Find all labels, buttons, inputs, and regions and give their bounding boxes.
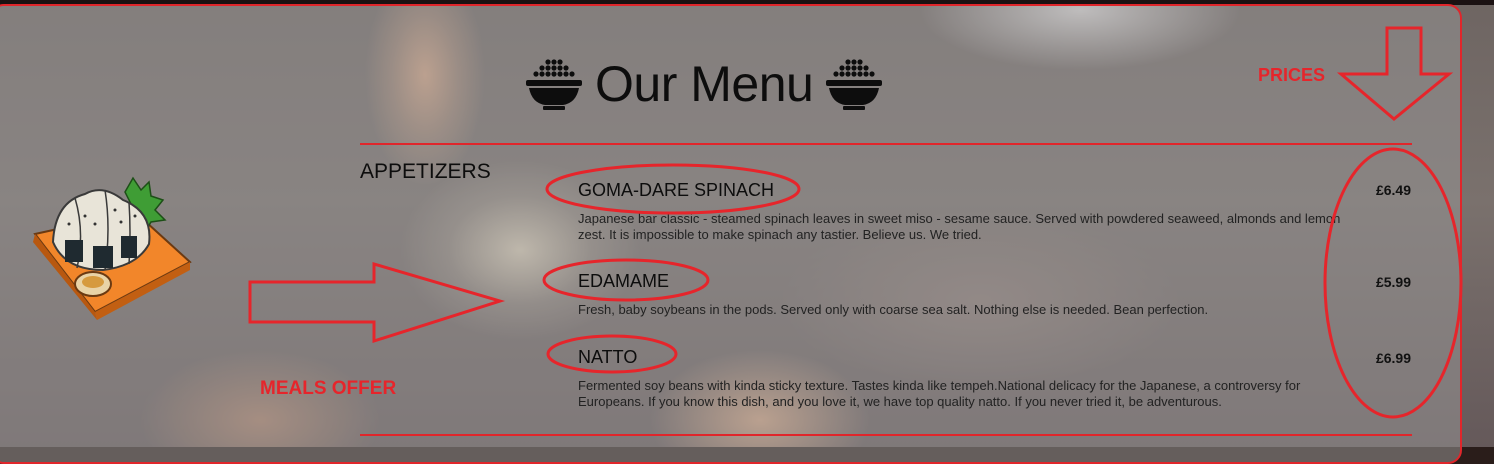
divider-top — [360, 143, 1412, 145]
rice-bowl-icon — [526, 59, 582, 110]
prices-annotation-label: PRICES — [1258, 65, 1326, 85]
menu-item-price: £5.99 — [1375, 274, 1411, 290]
menu-title-text: Our Menu — [595, 56, 814, 112]
menu-item-description: Fresh, baby soybeans in the pods. Served… — [578, 302, 1408, 318]
menu-item-description: Japanese bar classic - steamed spinach l… — [578, 211, 1408, 243]
menu-item-name[interactable]: GOMA-DARE SPINACH — [578, 180, 774, 201]
rice-bowl-icon — [826, 59, 883, 110]
description-line: zest. It is impossible to make spinach a… — [578, 227, 982, 242]
category-heading: APPETIZERS — [360, 160, 491, 183]
menu-item-name[interactable]: NATTO — [578, 347, 637, 368]
meals-annotation-label: MEALS OFFER — [260, 378, 397, 399]
description-line: Fermented soy beans with kinda sticky te… — [578, 378, 1301, 393]
description-line: Japanese bar classic - steamed spinach l… — [578, 211, 1341, 226]
description-line: Fresh, baby soybeans in the pods. Served… — [578, 302, 1209, 317]
menu-item-description: Fermented soy beans with kinda sticky te… — [578, 378, 1408, 410]
menu-item-name[interactable]: EDAMAME — [578, 271, 669, 292]
menu-item-price: £6.99 — [1375, 350, 1411, 366]
onigiri-plate-illustration — [33, 176, 192, 320]
divider-bottom — [360, 434, 1412, 436]
menu-item-price: £6.49 — [1375, 182, 1411, 198]
description-line: Europeans. If you know this dish, and yo… — [578, 394, 1222, 409]
menu-title: Our Menu — [525, 54, 883, 114]
